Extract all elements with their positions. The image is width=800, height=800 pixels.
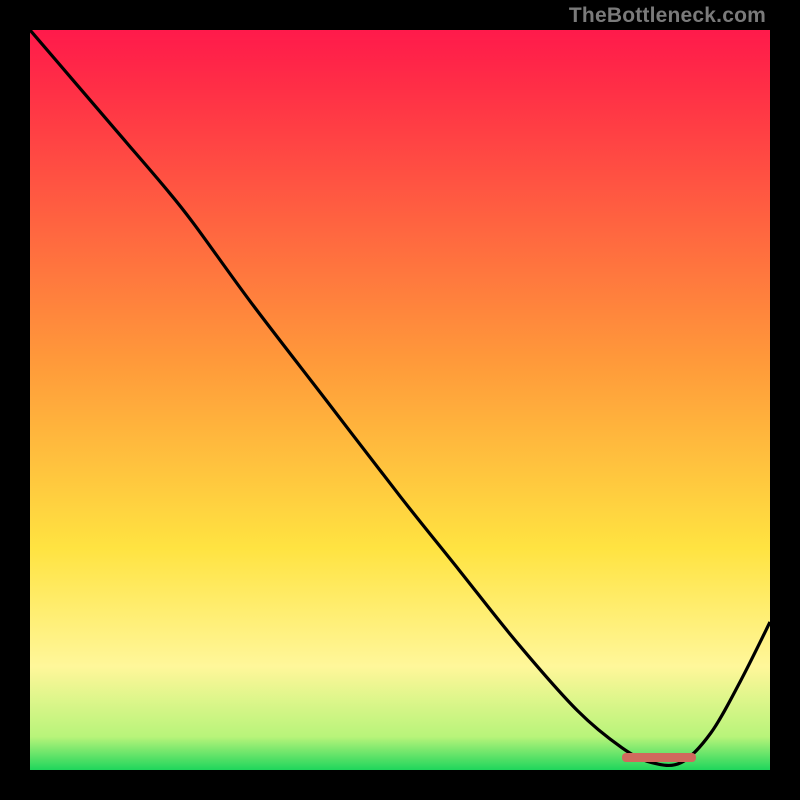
plot-area	[30, 30, 770, 770]
curve-path	[30, 30, 770, 765]
chart-frame: TheBottleneck.com	[0, 0, 800, 800]
optimal-range-marker	[622, 753, 696, 762]
bottleneck-curve	[30, 30, 770, 770]
watermark-text: TheBottleneck.com	[569, 4, 766, 28]
